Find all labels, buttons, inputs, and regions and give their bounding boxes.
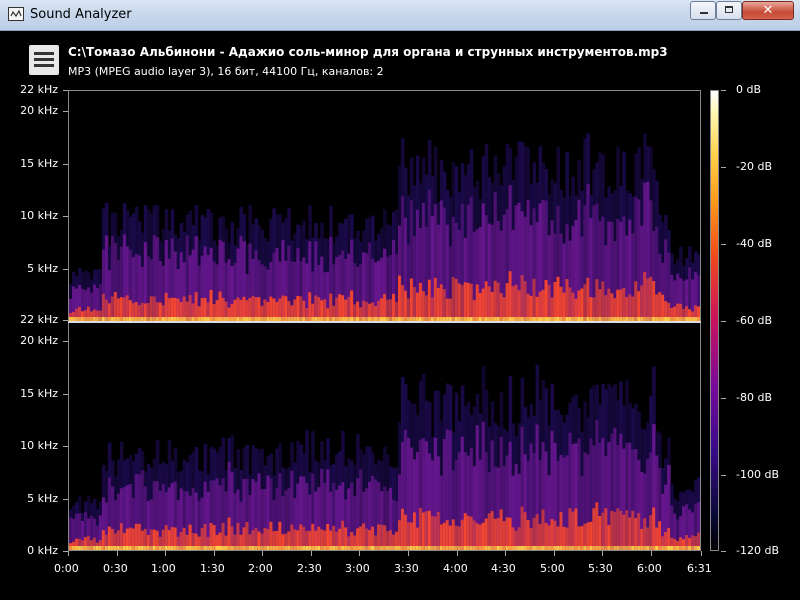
freq-tick (63, 394, 68, 395)
time-tick (408, 551, 409, 556)
time-label: 6:00 (637, 562, 662, 575)
window-title: Sound Analyzer (30, 7, 132, 22)
hamburger-icon-bar (34, 64, 54, 67)
freq-tick (63, 341, 68, 342)
time-tick (457, 551, 458, 556)
time-tick (359, 551, 360, 556)
title-bar[interactable]: Sound Analyzer ✕ (0, 0, 800, 31)
time-label: 0:00 (54, 562, 79, 575)
time-tick (651, 551, 652, 556)
time-tick (505, 551, 506, 556)
minimize-button[interactable] (690, 1, 716, 20)
freq-tick (63, 446, 68, 447)
time-tick (117, 551, 118, 556)
freq-tick (63, 111, 68, 112)
time-label: 1:30 (200, 562, 225, 575)
time-tick (165, 551, 166, 556)
freq-label: 5 kHz (27, 492, 58, 505)
db-tick (721, 90, 726, 91)
db-label: -60 dB (736, 314, 772, 327)
db-tick (721, 167, 726, 168)
time-label: 6:31 (687, 562, 712, 575)
time-label: 3:30 (394, 562, 419, 575)
time-tick (311, 551, 312, 556)
db-label: 0 dB (736, 83, 762, 96)
time-label: 2:00 (248, 562, 273, 575)
freq-label: 15 kHz (20, 157, 58, 170)
time-label: 1:00 (151, 562, 176, 575)
time-tick (214, 551, 215, 556)
db-label: -120 dB (736, 544, 779, 557)
time-label: 5:00 (540, 562, 565, 575)
freq-tick (63, 216, 68, 217)
close-icon: ✕ (762, 3, 774, 18)
freq-label: 10 kHz (20, 439, 58, 452)
freq-label: 22 kHz (20, 313, 58, 326)
time-label: 2:30 (297, 562, 322, 575)
spectrogram-channel-1[interactable] (68, 90, 701, 321)
freq-label: 0 kHz (27, 544, 58, 557)
db-label: -40 dB (736, 237, 772, 250)
spectrogram-channel-2[interactable] (68, 323, 701, 551)
db-tick (721, 398, 726, 399)
freq-tick (63, 164, 68, 165)
spectrogram-channel-2-image (69, 323, 700, 550)
close-button[interactable]: ✕ (742, 1, 794, 20)
time-label: 3:00 (345, 562, 370, 575)
db-tick (721, 244, 726, 245)
time-tick (68, 551, 69, 556)
freq-label: 20 kHz (20, 334, 58, 347)
app-window: Sound Analyzer ✕ C:\Томазо Альбинони - А… (0, 0, 800, 600)
freq-tick (63, 269, 68, 270)
db-tick (721, 475, 726, 476)
db-label: -20 dB (736, 160, 772, 173)
db-tick (721, 321, 726, 322)
time-label: 0:30 (103, 562, 128, 575)
freq-label: 5 kHz (27, 262, 58, 275)
time-tick (701, 551, 702, 556)
time-label: 4:30 (491, 562, 516, 575)
file-format-info: MP3 (MPEG audio layer 3), 16 бит, 44100 … (68, 65, 384, 78)
time-label: 4:00 (443, 562, 468, 575)
hamburger-icon-bar (34, 58, 54, 61)
maximize-button[interactable] (716, 1, 742, 20)
freq-tick (63, 90, 68, 91)
time-tick (262, 551, 263, 556)
freq-tick (63, 320, 68, 321)
freq-tick (63, 499, 68, 500)
freq-label: 10 kHz (20, 209, 58, 222)
hamburger-icon-bar (34, 52, 54, 55)
time-tick (602, 551, 603, 556)
freq-label: 15 kHz (20, 387, 58, 400)
time-label: 5:30 (588, 562, 613, 575)
decibel-color-scale (710, 90, 719, 551)
sound-analyzer-app-icon (8, 7, 24, 21)
db-label: -100 dB (736, 468, 779, 481)
freq-label: 20 kHz (20, 104, 58, 117)
db-tick (721, 551, 726, 552)
spectrogram-channel-1-image (69, 91, 700, 321)
time-tick (554, 551, 555, 556)
menu-button[interactable] (29, 45, 59, 75)
file-path: C:\Томазо Альбинони - Адажио соль-минор … (68, 45, 668, 59)
freq-label: 22 kHz (20, 83, 58, 96)
db-label: -80 dB (736, 391, 772, 404)
